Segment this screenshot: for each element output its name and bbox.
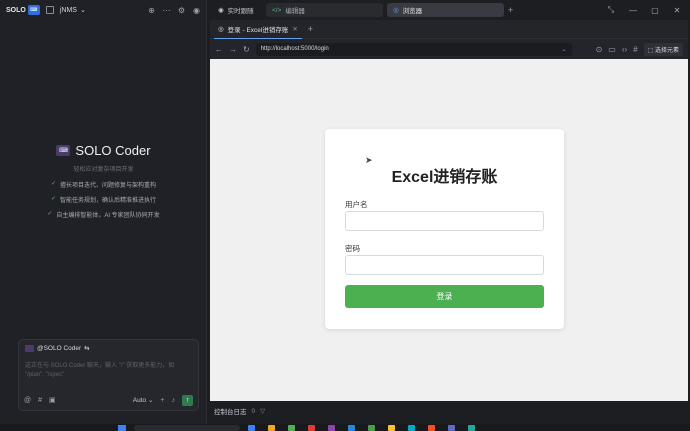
project-selector[interactable]: jNMS ⌄ [59, 6, 86, 15]
login-card: Excel进销存账 用户名 密码 登录 [325, 129, 564, 329]
send-button[interactable]: ↑ [182, 394, 193, 406]
taskbar-app-icon[interactable] [268, 425, 275, 431]
chevron-down-icon[interactable]: ⌄ [562, 46, 567, 53]
taskbar-app-icon[interactable] [408, 425, 415, 431]
taskbar-app-icon[interactable] [288, 425, 295, 431]
start-icon[interactable] [118, 425, 126, 431]
close-tab-icon[interactable]: ✕ [292, 25, 297, 33]
back-icon[interactable]: ← [215, 45, 223, 54]
username-label: 用户名 [345, 200, 368, 209]
browser-navbar: ← → ↻ http://localhost:5000/login ⌄ ⊙ ▭ … [210, 39, 688, 59]
workspace-tabs: ◉ 实时跟随 </> 编辑器 ◎ 浏览器 + ⤡ — ▢ ✕ [208, 0, 690, 20]
more-icon[interactable]: ⋯ [162, 6, 171, 15]
reload-icon[interactable]: ↻ [243, 45, 250, 54]
add-tab-icon[interactable]: + [508, 5, 513, 15]
login-button[interactable]: 登录 [345, 285, 544, 308]
workspace: ◉ 实时跟随 </> 编辑器 ◎ 浏览器 + ⤡ — ▢ ✕ ◎ 登录 - Ex… [208, 0, 690, 424]
select-element-button[interactable]: ⬚ 选择元素 [643, 42, 683, 56]
browser-tabs: ◎ 登录 - Excel进销存账 ✕ + [210, 20, 688, 39]
image-icon[interactable]: ▣ [49, 396, 56, 404]
chat-composer[interactable]: @SOLO Coder ⇆ 这正在与 SOLO Coder 聊天，输入 "/" … [18, 339, 199, 411]
tab-browser[interactable]: ◎ 浏览器 [387, 3, 504, 17]
hero-title: SOLO Coder [75, 143, 151, 158]
target-icon[interactable]: ⊙ [596, 45, 603, 54]
mic-icon[interactable]: ♪ [172, 397, 176, 404]
password-label: 密码 [345, 244, 360, 253]
eye-icon: ◉ [218, 7, 224, 14]
check-icon: ✓ [47, 211, 53, 217]
password-input[interactable] [345, 255, 544, 275]
composer-toolbar: @ # ▣ Auto ⌄ + ♪ ↑ [24, 394, 193, 406]
chat-panel-header: SOLO ⌨ jNMS ⌄ ⊕ ⋯ ⚙ ◉ [0, 0, 207, 20]
minimize-icon[interactable]: — [624, 6, 642, 15]
collapse-icon[interactable]: ⤡ [602, 5, 620, 15]
mention-icon[interactable]: @ [24, 397, 31, 404]
hash-icon[interactable]: # [633, 45, 637, 54]
address-bar[interactable]: http://localhost:5000/login ⌄ [255, 42, 572, 56]
taskbar-app-icon[interactable] [388, 425, 395, 431]
console-bar[interactable]: 控制台日志 0 ▽ [208, 401, 690, 421]
app-window: SOLO ⌨ jNMS ⌄ ⊕ ⋯ ⚙ ◉ ⌨ SOLO Coder 轻松应对复… [0, 0, 690, 431]
console-label: 控制台日志 [214, 409, 247, 416]
solo-logo-text: SOLO [6, 6, 26, 14]
filter-icon[interactable]: ▽ [260, 407, 265, 415]
taskbar-search[interactable] [134, 425, 240, 431]
taskbar-app-icon[interactable] [468, 425, 475, 431]
taskbar-app-icon[interactable] [368, 425, 375, 431]
new-tab-icon[interactable]: + [308, 24, 313, 34]
username-input[interactable] [345, 211, 544, 231]
solo-logo: SOLO ⌨ [6, 5, 40, 15]
maximize-icon[interactable]: ▢ [646, 6, 664, 15]
taskbar-app-icon[interactable] [308, 425, 315, 431]
taskbar-app-icon[interactable] [348, 425, 355, 431]
os-taskbar [0, 424, 690, 431]
mouse-cursor-icon: ➤ [365, 155, 373, 165]
devtools-icon[interactable]: ‹› [622, 45, 627, 54]
agent-icon [25, 344, 34, 352]
page-viewport: Excel进销存账 用户名 密码 登录 ➤ [210, 59, 688, 401]
check-icon: ✓ [50, 181, 56, 187]
add-icon[interactable]: + [160, 397, 164, 404]
project-name: jNMS [59, 6, 77, 14]
shuffle-icon[interactable]: ⇆ [84, 344, 89, 352]
agent-tag[interactable]: @SOLO Coder ⇆ [25, 344, 90, 352]
console-count: 0 [251, 407, 256, 415]
taskbar-app-icon[interactable] [248, 425, 255, 431]
feature-list: ✓ 擅长项目迭代、问题修复与架构重构 ✓ 智能任务规划，确认后精准推进执行 ✓ 自主编… [0, 180, 207, 219]
taskbar-app-icon[interactable] [448, 425, 455, 431]
code-icon: </> [272, 6, 282, 14]
device-icon[interactable]: ▭ [608, 45, 616, 54]
tab-realtime[interactable]: ◉ 实时跟随 [212, 3, 262, 17]
check-icon: ✓ [50, 196, 56, 202]
chat-panel: SOLO ⌨ jNMS ⌄ ⊕ ⋯ ⚙ ◉ ⌨ SOLO Coder 轻松应对复… [0, 0, 207, 424]
url-text: http://localhost:5000/login [260, 46, 329, 52]
feature-item: ✓ 自主编排智能体，AI 专家团队协同开发 [47, 211, 160, 219]
welcome-hero: ⌨ SOLO Coder 轻松应对复杂项目开发 ✓ 擅长项目迭代、问题修复与架构重… [0, 143, 207, 219]
tab-editor[interactable]: </> 编辑器 [266, 3, 383, 17]
solo-coder-icon: ⌨ [56, 145, 71, 156]
taskbar-app-icon[interactable] [328, 425, 335, 431]
hero-subtitle: 轻松应对复杂项目开发 [73, 167, 134, 173]
new-chat-icon[interactable]: ⊕ [147, 6, 156, 15]
feature-item: ✓ 擅长项目迭代、问题修复与架构重构 [50, 181, 157, 189]
mode-selector[interactable]: Auto ⌄ [133, 396, 154, 404]
browser-tab[interactable]: ◎ 登录 - Excel进销存账 ✕ [214, 20, 302, 39]
forward-icon[interactable]: → [229, 45, 237, 54]
account-icon[interactable]: ◉ [192, 6, 201, 15]
chevron-down-icon: ⌄ [79, 7, 86, 14]
embedded-browser: ◎ 登录 - Excel进销存账 ✕ + ← → ↻ http://localh… [210, 20, 688, 401]
close-icon[interactable]: ✕ [668, 6, 686, 15]
gear-icon[interactable]: ⚙ [177, 6, 186, 15]
globe-icon: ◎ [393, 7, 399, 14]
page-title: Excel进销存账 [391, 169, 498, 186]
chat-input[interactable]: 这正在与 SOLO Coder 聊天，输入 "/" 获取更多能力，如 "/pla… [25, 362, 193, 380]
solo-logo-icon: ⌨ [27, 5, 40, 15]
sidebar-toggle-icon[interactable] [45, 6, 54, 14]
taskbar-app-icon[interactable] [428, 425, 435, 431]
hash-icon[interactable]: # [38, 397, 42, 404]
feature-item: ✓ 智能任务规划，确认后精准推进执行 [50, 196, 157, 204]
globe-icon: ◎ [218, 25, 224, 33]
